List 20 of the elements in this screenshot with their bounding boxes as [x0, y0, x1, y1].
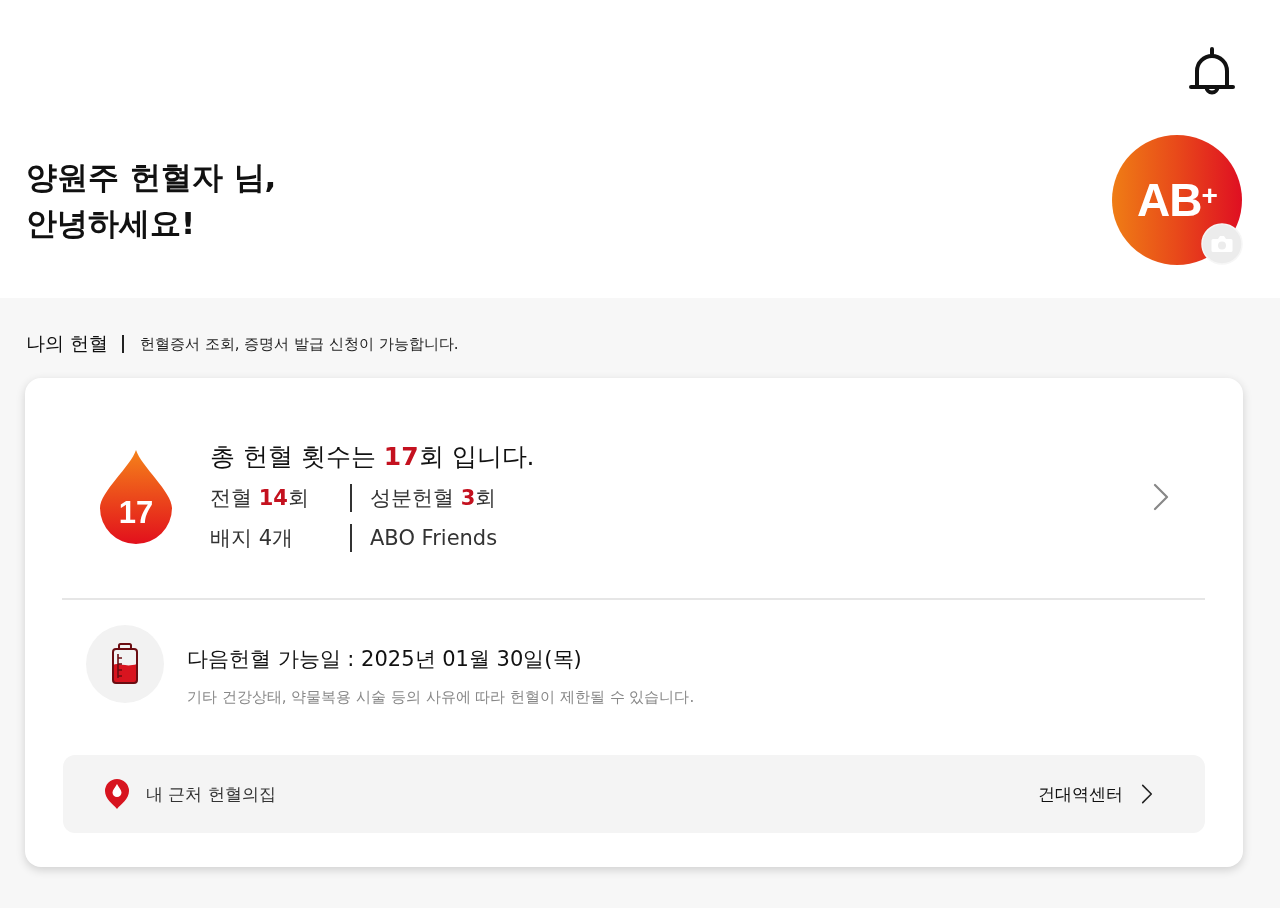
chevron-right-icon[interactable]: [1141, 784, 1153, 804]
stat-text: 전혈 14회: [210, 485, 310, 512]
camera-icon[interactable]: [1201, 223, 1243, 265]
nearby-label: 내 근처 헌혈의집: [146, 782, 276, 806]
drop-count-text: 17: [117, 495, 155, 531]
next-donation-date: 다음헌혈 가능일 : 2025년 01월 30일(목): [187, 646, 583, 673]
section-title: 나의 헌혈: [26, 331, 109, 356]
location-pin-icon: [104, 778, 130, 810]
stat-text: 성분헌혈 3회: [350, 484, 535, 512]
blood-type-avatar: AB$^{+}$: [1112, 135, 1242, 265]
restriction-note: 기타 건강상태, 약물복용 시술 등의 사유에 따라 헌혈이 제한될 수 있습니다.: [187, 687, 695, 708]
stat-text: 배지 4개: [210, 525, 295, 552]
blood-drop-icon: [100, 450, 172, 544]
section-description: 헌혈증서 조회, 증명서 발급 신청이 가능합니다.: [140, 334, 459, 354]
center-name: 건대역센터: [1038, 782, 1123, 806]
total-count-text: 총 헌혈 횟수는 17회 입니다.: [210, 441, 535, 473]
greeting-text: 양원주 헌혈자 님, 안녕하세요!: [26, 158, 277, 243]
blood-bag-icon: [86, 625, 164, 703]
nearby-center-bar[interactable]: 내 근처 헌혈의집 건대역센터: [63, 755, 1205, 833]
stat-text: ABO Friends: [350, 524, 535, 552]
